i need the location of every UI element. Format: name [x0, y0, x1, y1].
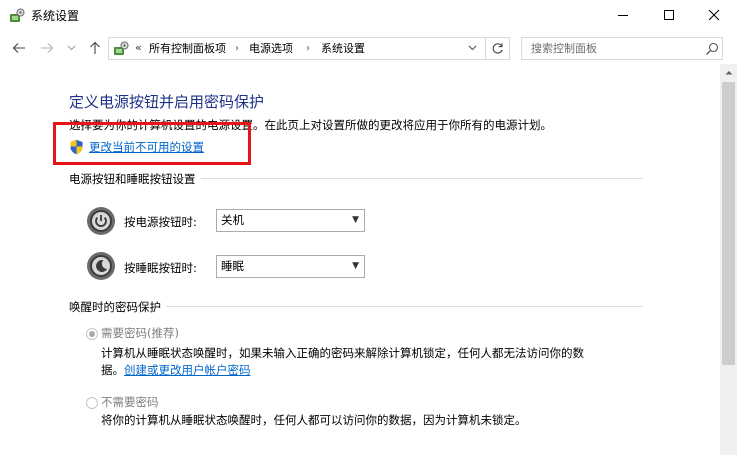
create-change-password-link[interactable]: 创建或更改用户帐户密码	[124, 363, 251, 377]
require-password-description-prefix: 据。	[101, 363, 124, 377]
require-password-label[interactable]: 需要密码(推荐)	[101, 325, 179, 341]
minimize-button[interactable]	[600, 0, 646, 30]
window-title: 系统设置	[31, 9, 80, 23]
search-icon[interactable]	[704, 41, 720, 57]
title-bar: 系统设置	[0, 0, 737, 32]
up-button[interactable]	[86, 38, 104, 58]
close-icon	[708, 9, 720, 21]
breadcrumb-separator[interactable]: ›	[235, 41, 239, 57]
minimize-icon	[618, 15, 628, 16]
chevron-down-icon	[468, 45, 476, 51]
address-dropdown-button[interactable]	[465, 42, 479, 56]
sleep-button-label: 按睡眠按钮时:	[124, 261, 197, 275]
power-button-action-select[interactable]: 关机 ▼	[216, 209, 365, 232]
power-button-label: 按电源按钮时:	[124, 215, 197, 229]
back-button[interactable]	[10, 38, 28, 58]
no-password-description: 将你的计算机从睡眠状态唤醒时，任何人都可以访问你的数据，因为计算机未锁定。	[101, 413, 527, 427]
sleep-button-action-select[interactable]: 睡眠 ▼	[216, 255, 365, 278]
address-bar[interactable]: « 所有控制面板项 › 电源选项 › 系统设置	[108, 37, 510, 60]
control-panel-icon	[10, 8, 25, 22]
search-input[interactable]	[522, 38, 702, 59]
maximize-icon	[664, 10, 674, 20]
wake-password-group-title: 唤醒时的密码保护	[69, 299, 166, 315]
uac-shield-icon	[70, 139, 83, 155]
chevron-up-icon	[725, 71, 732, 75]
system-settings-window: 系统设置 « 所有控制面板项 › 电源选项 › 系统设置 搜索控制面板 定义电源…	[0, 0, 737, 455]
breadcrumb-all-control-panel-items[interactable]: 所有控制面板项	[149, 41, 226, 57]
no-password-radio[interactable]	[86, 397, 98, 409]
page-description: 选择要为你的计算机设置的电源设置。在此页上对设置所做的更改将应用于你所有的电源计…	[69, 118, 552, 132]
close-button[interactable]	[691, 0, 737, 30]
require-password-description-line2: 据。创建或更改用户帐户密码	[101, 361, 251, 380]
scroll-thumb[interactable]	[722, 82, 735, 365]
power-buttons-group-title: 电源按钮和睡眠按钮设置	[69, 171, 201, 187]
require-password-radio[interactable]	[86, 328, 98, 340]
forward-button[interactable]	[38, 38, 56, 58]
change-unavailable-settings-link[interactable]: 更改当前不可用的设置	[89, 139, 204, 155]
chevron-down-icon: ▼	[352, 261, 359, 271]
page-title: 定义电源按钮并启用密码保护	[69, 93, 265, 111]
recent-locations-button[interactable]	[64, 38, 78, 58]
chevron-down-icon: ▼	[352, 215, 359, 225]
arrow-right-icon	[41, 43, 54, 53]
breadcrumb-overflow[interactable]: «	[135, 41, 142, 54]
navigation-bar: « 所有控制面板项 › 电源选项 › 系统设置	[0, 32, 737, 64]
sleep-button-action-value: 睡眠	[221, 259, 244, 273]
power-button-action-value: 关机	[221, 213, 244, 227]
chevron-down-icon	[67, 45, 75, 51]
power-button-icon	[87, 207, 115, 235]
no-password-label[interactable]: 不需要密码	[101, 394, 159, 410]
control-panel-icon	[114, 41, 129, 55]
search-box[interactable]	[521, 37, 723, 60]
main-content: 定义电源按钮并启用密码保护 选择要为你的计算机设置的电源设置。在此页上对设置所做…	[0, 64, 720, 455]
refresh-icon	[492, 43, 503, 54]
arrow-up-icon	[90, 41, 100, 54]
scroll-up-button[interactable]	[720, 64, 737, 81]
breadcrumb-power-options[interactable]: 电源选项	[249, 41, 293, 57]
breadcrumb-separator[interactable]: ›	[306, 41, 310, 57]
arrow-left-icon	[12, 43, 25, 53]
vertical-scrollbar[interactable]	[720, 64, 737, 455]
sleep-button-icon	[87, 252, 115, 280]
refresh-button[interactable]	[485, 38, 509, 59]
breadcrumb-system-settings[interactable]: 系统设置	[321, 41, 365, 57]
maximize-button[interactable]	[646, 0, 692, 30]
